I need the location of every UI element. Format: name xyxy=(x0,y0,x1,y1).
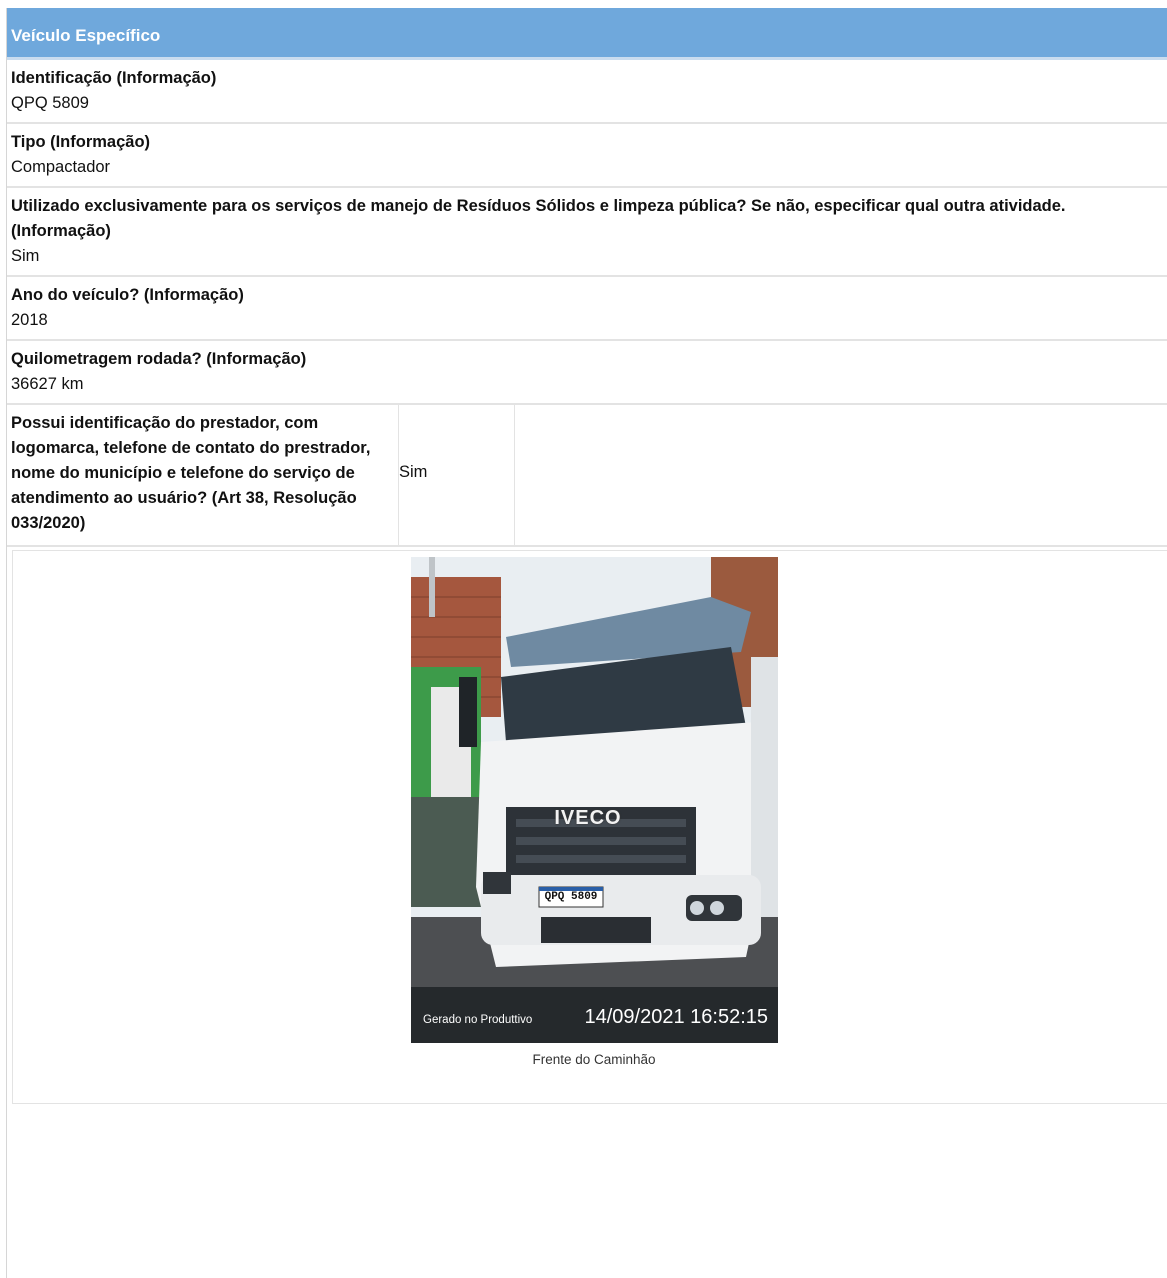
photo-timestamp: 14/09/2021 16:52:15 xyxy=(584,1006,768,1028)
field-value: Sim xyxy=(11,247,40,265)
license-plate: QPQ 5809 xyxy=(544,891,598,903)
field-label: Ano do veículo? (Informação) xyxy=(11,286,244,304)
field-value: Sim xyxy=(399,463,428,481)
field-uso-exclusivo: Utilizado exclusivamente para os serviço… xyxy=(7,188,1167,277)
field-value: 2018 xyxy=(11,311,48,329)
field-quilometragem: Quilometragem rodada? (Informação) 36627… xyxy=(7,341,1167,405)
photo-watermark: Gerado no Produttivo 14/09/2021 16:52:15 xyxy=(411,1006,778,1029)
field-ano: Ano do veículo? (Informação) 2018 xyxy=(7,277,1167,341)
field-label: Tipo (Informação) xyxy=(11,133,151,151)
watermark-brand: Gerado no Produttivo xyxy=(423,1014,533,1026)
field-value: Compactador xyxy=(11,158,111,176)
grille-logo: IVECO xyxy=(554,807,622,829)
field-label: Identificação (Informação) xyxy=(11,69,217,87)
field-value: 36627 km xyxy=(11,375,84,393)
field-identificacao: Identificação (Informação) QPQ 5809 xyxy=(7,60,1167,124)
empty-cell xyxy=(515,405,1167,545)
truck-photo-illustration xyxy=(411,557,778,1043)
section-header: Veículo Específico xyxy=(7,8,1167,60)
field-label: Possui identificação do prestador, com l… xyxy=(7,405,399,545)
field-label: Utilizado exclusivamente para os serviço… xyxy=(11,197,1066,240)
photo-container: IVECO QPQ 5809 Gerado no Produttivo 14/0… xyxy=(12,550,1167,1104)
field-identificacao-prestador: Possui identificação do prestador, com l… xyxy=(7,405,1167,547)
field-value: QPQ 5809 xyxy=(11,94,89,112)
field-value-cell: Sim xyxy=(399,405,515,545)
report-page: Veículo Específico Identificação (Inform… xyxy=(6,8,1167,1278)
photo-caption: Frente do Caminhão xyxy=(532,1052,656,1067)
field-tipo: Tipo (Informação) Compactador xyxy=(7,124,1167,188)
field-label: Quilometragem rodada? (Informação) xyxy=(11,350,307,368)
section-title: Veículo Específico xyxy=(11,26,161,45)
truck-photo[interactable]: IVECO QPQ 5809 Gerado no Produttivo 14/0… xyxy=(411,557,778,1043)
